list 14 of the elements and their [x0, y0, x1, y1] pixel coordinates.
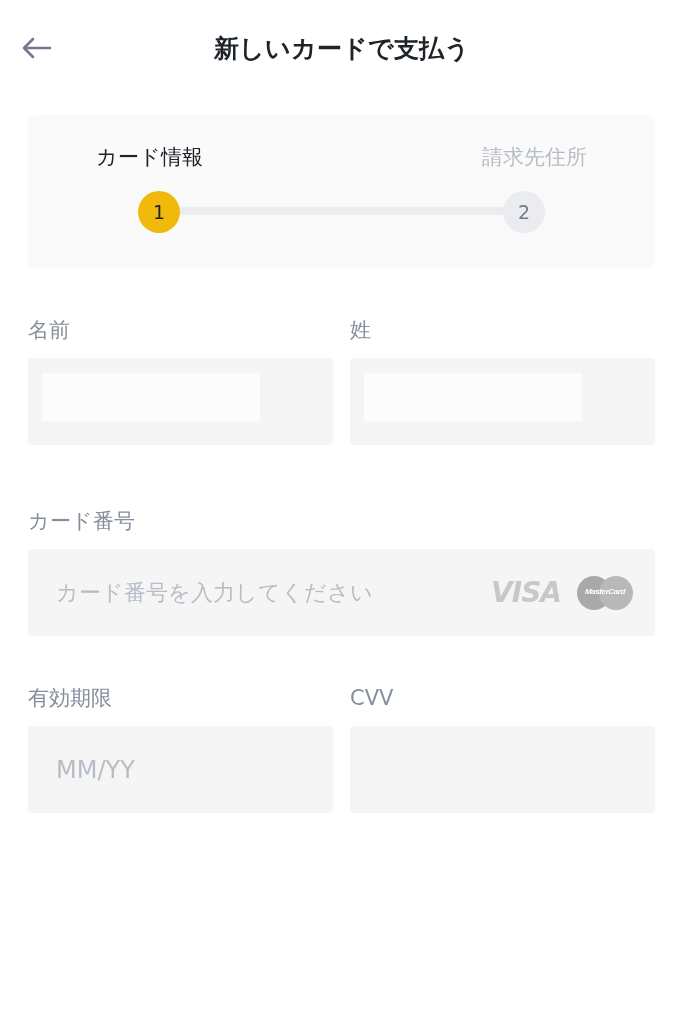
placeholder-text: カード番号を入力してください [56, 578, 373, 607]
field-label: 名前 [28, 317, 70, 344]
page-title: 新しいカードで支払う [213, 32, 470, 65]
field-label: CVV [350, 685, 394, 712]
step-number[interactable]: 2 [503, 191, 545, 233]
field-label: 姓 [350, 317, 371, 344]
field-label: 有効期限 [28, 685, 112, 712]
step-number[interactable]: 1 [138, 191, 180, 233]
step-label: 請求先住所 [482, 144, 587, 171]
placeholder-text: MM/YY [56, 755, 135, 784]
back-arrow-icon[interactable] [20, 36, 52, 60]
step-label: カード情報 [96, 144, 203, 171]
field-label: カード番号 [28, 508, 135, 535]
mastercard-logo: MasterCard [577, 575, 633, 610]
